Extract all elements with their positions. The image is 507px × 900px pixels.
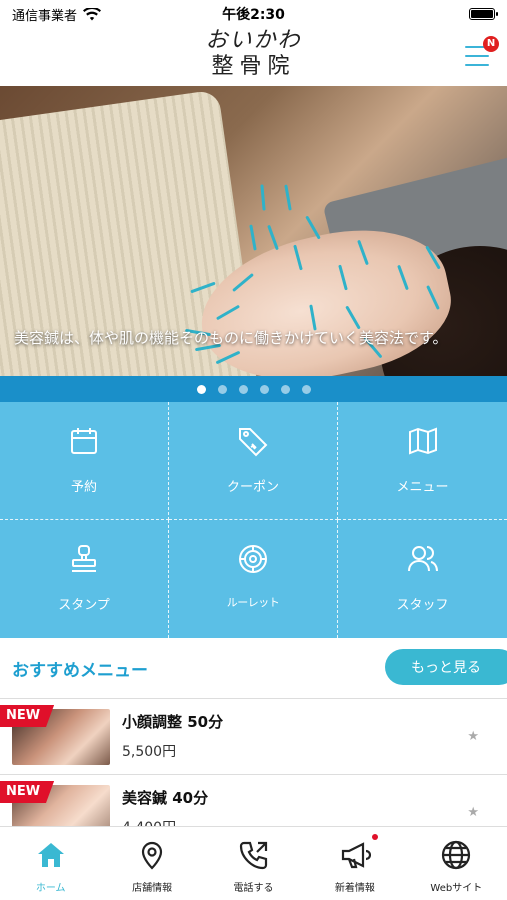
feature-grid: 予約 クーポン メニュー スタンプ ルーレット スタッフ	[0, 402, 507, 638]
tab-call[interactable]: 電話する	[203, 827, 304, 900]
recommend-list: NEW 小顔調整 50分 5,500円 ★ NEW 美容鍼 40分 4,400円…	[0, 698, 507, 826]
carrier-label: 通信事業者	[12, 8, 78, 24]
grid-item-stamp[interactable]: スタンプ	[0, 520, 169, 638]
grid-item-coupon[interactable]: クーポン	[169, 402, 338, 520]
grid-item-reserve[interactable]: 予約	[0, 402, 169, 520]
grid-item-label: クーポン	[226, 480, 279, 495]
logo-line1: おいかわ	[205, 28, 302, 53]
star-icon[interactable]: ★	[467, 805, 479, 820]
phone-icon	[239, 841, 267, 870]
globe-icon	[442, 840, 471, 870]
battery-icon	[469, 8, 498, 20]
book-icon	[408, 427, 437, 455]
menu-name: 美容鍼 40分	[122, 789, 209, 807]
tab-home[interactable]: ホーム	[0, 827, 101, 900]
coupon-tag-icon	[239, 428, 268, 457]
grid-item-label: メニュー	[396, 480, 449, 495]
grid-item-label: ルーレット	[226, 596, 280, 609]
tab-label: Webサイト	[430, 883, 483, 894]
tab-label: 店舗情報	[132, 883, 173, 894]
hamburger-menu-button[interactable]: N	[465, 36, 499, 68]
recommend-header: おすすめメニュー もっと見る	[0, 648, 507, 688]
bottom-tab-bar: ホーム 店舗情報 電話する 新着情報 Webサイト	[0, 826, 507, 900]
list-item[interactable]: NEW 小顔調整 50分 5,500円 ★	[0, 699, 507, 775]
roulette-icon	[239, 545, 267, 573]
grid-item-menu[interactable]: メニュー	[338, 402, 507, 520]
tab-label: ホーム	[35, 883, 66, 894]
hero-caption: 美容鍼は、体や肌の機能そのものに働きかけていく美容法です。	[14, 329, 448, 347]
carousel-dot[interactable]	[217, 384, 227, 394]
calendar-icon	[71, 428, 97, 454]
grid-item-label: 予約	[70, 480, 97, 495]
carousel-dot[interactable]	[301, 384, 311, 394]
needle-mark	[267, 224, 279, 251]
hamburger-line	[465, 55, 489, 57]
carousel-indicator	[0, 376, 507, 402]
megaphone-icon	[341, 842, 371, 869]
logo-line2: 整骨院	[211, 54, 296, 79]
menu-price: 5,500円	[122, 744, 177, 760]
recommend-title: おすすめメニュー	[12, 661, 148, 681]
location-pin-icon	[142, 841, 163, 870]
new-badge: NEW	[0, 781, 55, 803]
news-unread-dot	[371, 834, 378, 840]
tab-store-info[interactable]: 店舗情報	[101, 827, 202, 900]
tab-label: 新着情報	[334, 883, 375, 894]
needle-mark	[284, 184, 292, 211]
tab-label: 電話する	[233, 883, 274, 894]
menu-price: 4,400円	[122, 817, 176, 826]
carousel-dot[interactable]	[280, 384, 290, 394]
status-bar: 通信事業者 午後2:30	[0, 0, 507, 28]
grid-item-label: スタンプ	[58, 598, 110, 613]
tab-website[interactable]: Webサイト	[406, 827, 507, 900]
app-header: おいかわ 整骨院 N	[0, 28, 507, 86]
notification-badge: N	[483, 36, 499, 52]
new-badge: NEW	[0, 705, 55, 727]
tab-news[interactable]: 新着情報	[304, 827, 405, 900]
carousel-dot[interactable]	[238, 384, 248, 394]
grid-item-roulette[interactable]: ルーレット	[169, 520, 338, 638]
staff-icon	[407, 546, 438, 572]
hero-banner[interactable]: 美容鍼は、体や肌の機能そのものに働きかけていく美容法です。	[0, 86, 507, 376]
home-icon	[37, 843, 64, 867]
list-item[interactable]: NEW 美容鍼 40分 4,400円 ★	[0, 775, 507, 826]
see-more-button[interactable]: もっと見る	[385, 649, 507, 685]
battery-fill	[471, 10, 493, 18]
clinic-logo[interactable]: おいかわ 整骨院	[0, 28, 507, 80]
status-left: 通信事業者	[12, 5, 102, 24]
grid-item-staff[interactable]: スタッフ	[338, 520, 507, 638]
needle-mark	[249, 224, 257, 251]
menu-name: 小顔調整 50分	[122, 713, 224, 731]
hamburger-line	[465, 64, 489, 66]
carousel-dot[interactable]	[196, 384, 206, 394]
wifi-icon	[83, 7, 102, 20]
grid-item-label: スタッフ	[396, 598, 449, 613]
stamp-icon	[72, 545, 96, 572]
needle-mark	[260, 184, 266, 211]
carousel-dot[interactable]	[259, 384, 269, 394]
star-icon[interactable]: ★	[467, 729, 479, 744]
